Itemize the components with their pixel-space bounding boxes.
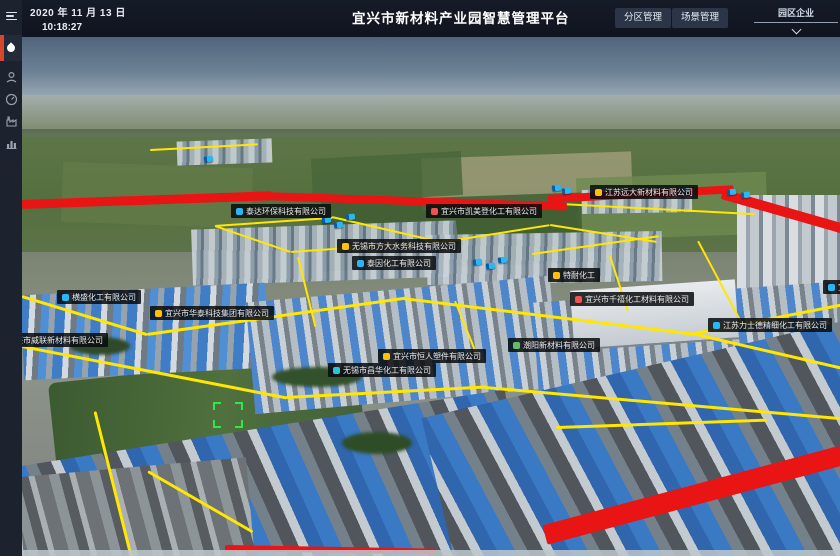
enterprise-marker-icon <box>431 208 438 215</box>
enterprise-name: 特耐化工 <box>563 270 595 281</box>
truck-icon[interactable] <box>727 188 737 195</box>
enterprise-marker-icon <box>575 296 582 303</box>
enterprise-label[interactable]: 无锡市昌华化工有限公司 <box>328 363 436 377</box>
enterprise-label[interactable]: 宜兴市千禧化工材料有限公司 <box>570 292 694 306</box>
enterprise-name: 江苏远大新材料有限公司 <box>605 187 693 198</box>
enterprise-label[interactable]: 宜兴市恒人塑件有限公司 <box>378 349 486 363</box>
enterprise-label[interactable]: 宜兴市凯美登化工有限公司 <box>426 204 542 218</box>
enterprise-label[interactable]: 泰达环保科技有限公司 <box>231 204 331 218</box>
zone-management-button[interactable]: 分区管理 <box>615 8 671 28</box>
enterprise-marker-icon <box>236 208 243 215</box>
enterprise-label[interactable]: 无锡市方大水务科技有限公司 <box>337 239 461 253</box>
gauge-icon <box>5 93 18 106</box>
enterprise-name: 潮阳新材料有限公司 <box>523 340 595 351</box>
enterprise-marker-icon <box>553 272 560 279</box>
sidebar-item-monitor[interactable] <box>0 88 22 110</box>
sidebar-item-personnel[interactable] <box>0 66 22 88</box>
selection-bracket <box>213 402 243 428</box>
left-sidebar <box>0 0 22 556</box>
enterprise-label[interactable]: 特耐化工 <box>548 268 600 282</box>
current-date: 2020 年 11 月 13 日 <box>30 4 126 19</box>
enterprise-marker-icon <box>155 310 162 317</box>
enterprise-name: 无锡市方大水务科技有限公司 <box>352 241 456 252</box>
enterprise-name: 宜兴市凯美登化工有限公司 <box>441 206 537 217</box>
truck-icon[interactable] <box>741 191 751 198</box>
enterprise-marker-icon <box>828 284 835 291</box>
enterprise-marker-icon <box>333 367 340 374</box>
enterprise-name: 宜兴市千禧化工材料有限公司 <box>585 294 689 305</box>
current-time: 10:18:27 <box>42 22 126 33</box>
bar-chart-icon <box>5 137 18 150</box>
enterprise-name: 泰因化工有限公司 <box>367 258 431 269</box>
enterprise-label[interactable]: 宜兴市华泰科技集团有限公司 <box>150 306 274 320</box>
enterprise-marker-icon <box>513 342 520 349</box>
sky-gradient <box>22 37 840 99</box>
enterprise-label[interactable]: 泰因化工有限公司 <box>352 256 436 270</box>
park-enterprise-label: 园区企业 <box>754 3 838 23</box>
truck-icon[interactable] <box>562 187 572 194</box>
smart-park-platform: 2020 年 11 月 13 日 10:18:27 宜兴市新材料产业园智慧管理平… <box>0 0 840 556</box>
truck-icon[interactable] <box>473 258 483 265</box>
enterprise-marker-icon <box>62 294 69 301</box>
truck-icon[interactable] <box>498 256 508 263</box>
enterprise-name: 无锡市昌华化工有限公司 <box>343 365 431 376</box>
menu-icon[interactable] <box>0 5 22 27</box>
enterprise-marker-icon <box>357 260 364 267</box>
map-canvas[interactable]: 泰达环保科技有限公司 宜兴市凯美登化工有限公司无锡市方大水务科技有限公司泰因化工有… <box>22 37 840 556</box>
enterprise-label[interactable]: 宜兴市威联新材料有限公司 <box>22 333 108 347</box>
bracket-corner <box>213 420 221 428</box>
enterprise-name: 江苏力士德精细化工有限公司 <box>723 320 827 331</box>
enterprise-label[interactable]: 横盛化工有限公司 <box>57 290 141 304</box>
enterprise-name: 横盛化工有限公司 <box>72 292 136 303</box>
truck-icon[interactable] <box>334 221 344 228</box>
enterprise-marker-icon <box>713 322 720 329</box>
enterprise-label[interactable]: 江苏远大新材料有限公司 <box>590 185 698 199</box>
datetime-block: 2020 年 11 月 13 日 10:18:27 <box>30 4 126 33</box>
enterprise-name: 宜兴市威联新材料有限公司 <box>22 335 103 346</box>
truck-icon[interactable] <box>346 213 356 220</box>
sidebar-item-enterprise[interactable] <box>0 110 22 132</box>
truck-icon[interactable] <box>486 262 496 269</box>
truck-icon[interactable] <box>552 184 562 191</box>
enterprise-name: 宜兴市华泰科技集团有限公司 <box>165 308 269 319</box>
building-cluster <box>177 138 273 165</box>
park-enterprise-dropdown[interactable]: 园区企业 <box>754 3 838 35</box>
scene-management-button[interactable]: 场景管理 <box>672 8 728 28</box>
enterprise-marker-icon <box>342 243 349 250</box>
bracket-corner <box>213 402 221 410</box>
bracket-corner <box>235 420 243 428</box>
page-title: 宜兴市新材料产业园智慧管理平台 <box>352 0 570 37</box>
flame-icon <box>5 42 16 53</box>
factory-icon <box>5 115 18 128</box>
bracket-corner <box>235 402 243 410</box>
enterprise-name: 泰达环保科技有限公司 <box>246 206 326 217</box>
enterprise-name: 宜兴市恒人塑件有限公司 <box>393 351 481 362</box>
enterprise-label[interactable]: 宜兴新材料科技有限公司 <box>823 280 840 294</box>
enterprise-label[interactable]: 潮阳新材料有限公司 <box>508 338 600 352</box>
enterprise-label[interactable]: 江苏力士德精细化工有限公司 <box>708 318 832 332</box>
trees <box>342 432 412 454</box>
sidebar-item-fire[interactable] <box>0 35 22 61</box>
top-header-bar: 2020 年 11 月 13 日 10:18:27 宜兴市新材料产业园智慧管理平… <box>0 0 840 37</box>
enterprise-marker-icon <box>383 353 390 360</box>
person-icon <box>5 71 18 84</box>
bottom-road-strip <box>22 550 840 556</box>
sidebar-item-statistics[interactable] <box>0 132 22 154</box>
enterprise-marker-icon <box>595 189 602 196</box>
chevron-down-icon <box>791 25 801 35</box>
truck-icon[interactable] <box>204 155 214 162</box>
